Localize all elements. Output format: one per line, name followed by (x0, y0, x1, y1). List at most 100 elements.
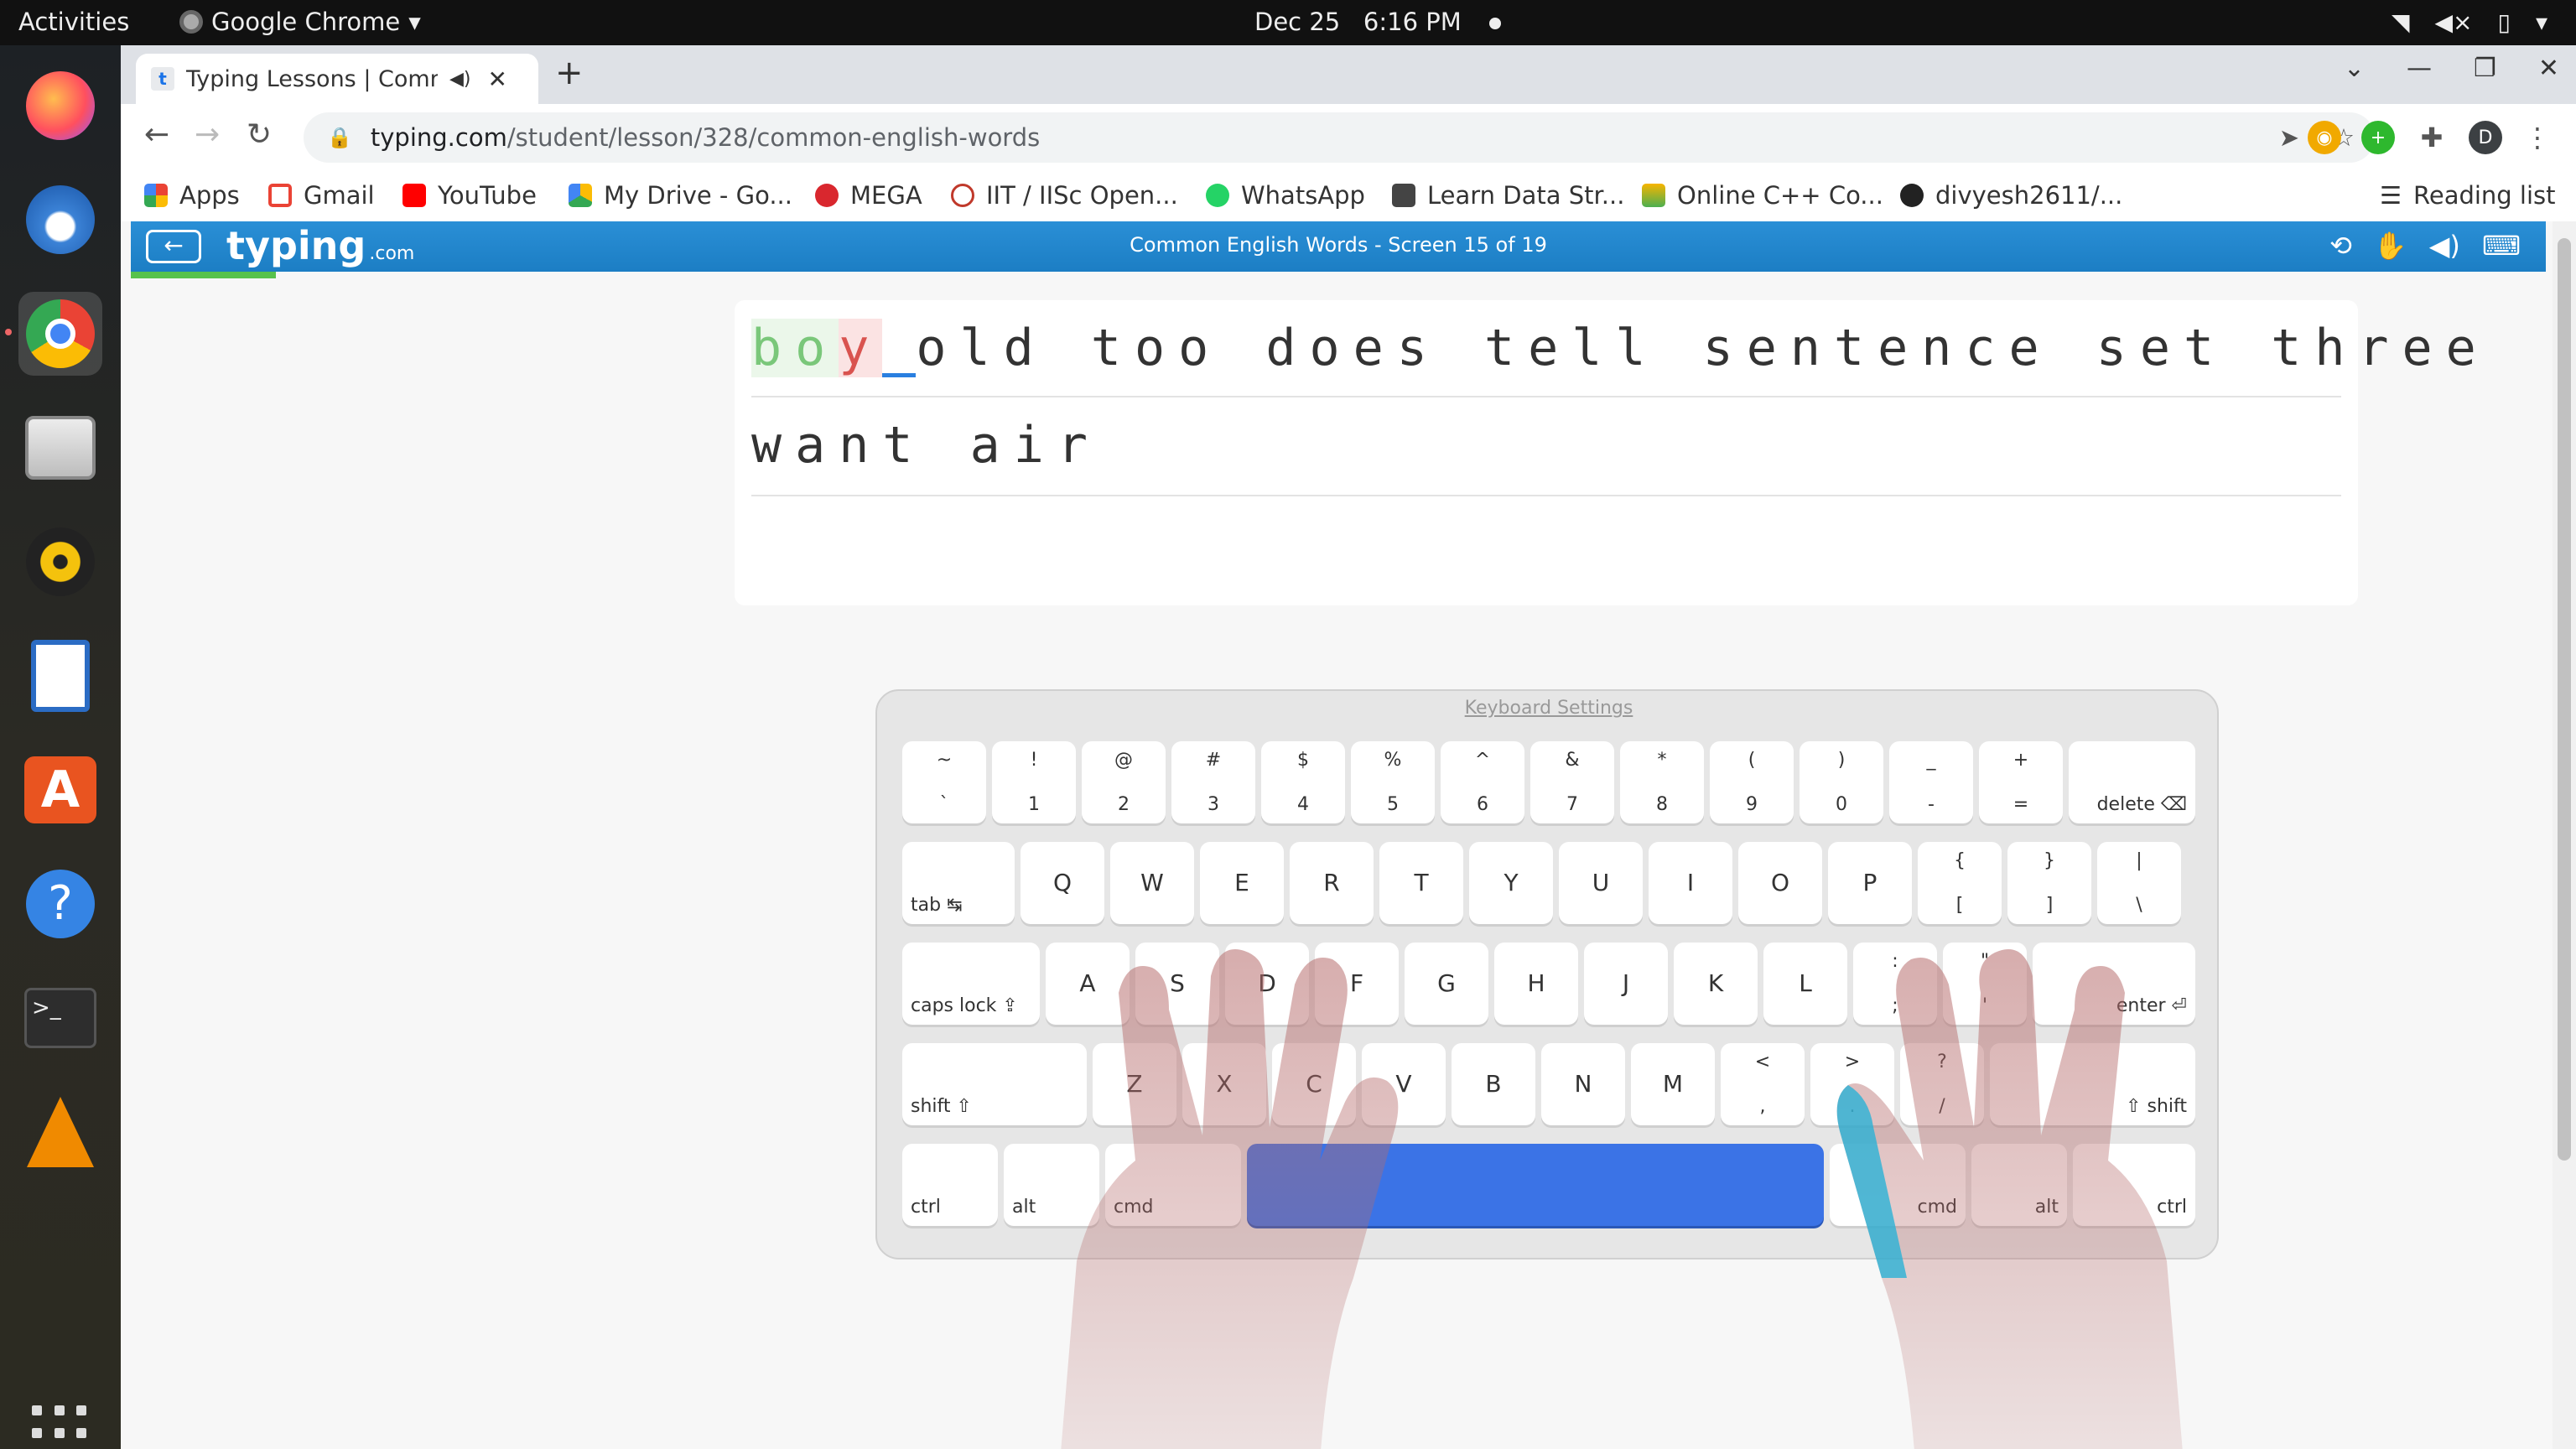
send-tab-icon[interactable]: ➤ (2279, 123, 2299, 152)
key-alt-left[interactable]: alt (1004, 1144, 1099, 1226)
bookmark-youtube[interactable]: YouTube (402, 181, 537, 210)
key-0[interactable]: ) 0 (1800, 741, 1883, 823)
key-f[interactable]: F (1315, 943, 1399, 1025)
key-3[interactable]: #3 (1171, 741, 1255, 823)
key-x[interactable]: X (1182, 1043, 1266, 1125)
keyboard-icon[interactable]: ⌨ (2482, 230, 2521, 262)
key-cmd-left[interactable]: cmd (1105, 1144, 1241, 1226)
key-l[interactable]: L (1763, 943, 1847, 1025)
key-=[interactable]: + = (1979, 741, 2063, 823)
scrollbar-thumb[interactable] (2558, 238, 2571, 1161)
key-symbol[interactable]: | \ (2097, 842, 2181, 924)
key-n[interactable]: N (1541, 1043, 1625, 1125)
key-tab[interactable]: tab ↹ (902, 842, 1015, 924)
hide-hands-icon[interactable]: ✋ (2374, 230, 2407, 262)
key-o[interactable]: O (1738, 842, 1822, 924)
minimize-button[interactable]: — (2407, 54, 2432, 83)
extension-coin-icon[interactable]: ◉ (2308, 121, 2341, 154)
thunderbird-launcher[interactable] (18, 178, 102, 262)
key-symbol[interactable]: >. (1810, 1043, 1894, 1125)
profile-avatar[interactable]: D (2469, 121, 2502, 154)
back-button[interactable]: ← (144, 117, 169, 152)
key-symbol[interactable]: " ' (1943, 943, 2027, 1025)
key-ctrl-right[interactable]: ctrl (2073, 1144, 2195, 1226)
history-icon[interactable]: ⟲ (2329, 230, 2352, 262)
rhythmbox-launcher[interactable] (18, 520, 102, 604)
key-d[interactable]: D (1225, 943, 1309, 1025)
key-`[interactable]: ~ ` (902, 741, 986, 823)
key-1[interactable]: ! 1 (992, 741, 1076, 823)
typing-text-panel[interactable]: boy old too does tell sentence set three … (735, 300, 2476, 605)
system-tray[interactable]: ◥ ◀× ▯ ▾ (2392, 8, 2547, 36)
firefox-launcher[interactable] (18, 64, 102, 148)
key-w[interactable]: W (1110, 842, 1194, 924)
vlc-launcher[interactable] (18, 1090, 102, 1174)
key-h[interactable]: H (1494, 943, 1578, 1025)
key-7[interactable]: & 7 (1530, 741, 1614, 823)
key-delete[interactable]: delete ⌫ (2069, 741, 2195, 823)
key-alt-right[interactable]: alt (1971, 1144, 2067, 1226)
key-a[interactable]: A (1046, 943, 1130, 1025)
key-k[interactable]: K (1674, 943, 1758, 1025)
key-y[interactable]: Y (1469, 842, 1553, 924)
key-space[interactable] (1247, 1144, 1824, 1226)
key-6[interactable]: ^ 6 (1441, 741, 1524, 823)
help-launcher[interactable]: ? (18, 862, 102, 946)
tab-search-icon[interactable]: ⌄ (2344, 54, 2365, 83)
key-ctrl-left[interactable]: ctrl (902, 1144, 998, 1226)
extension-plus-icon[interactable]: + (2361, 121, 2395, 154)
key-q[interactable]: Q (1021, 842, 1104, 924)
key-b[interactable]: B (1452, 1043, 1535, 1125)
key-5[interactable]: % 5 (1351, 741, 1435, 823)
sound-icon[interactable]: ◀) (2429, 230, 2460, 262)
audio-playing-icon[interactable]: ◀) (449, 69, 471, 90)
address-bar[interactable]: 🔒 typing.com/student/lesson/328/common-e… (304, 112, 2375, 163)
page-scrollbar[interactable] (2553, 221, 2576, 1449)
key-cmd-right[interactable]: cmd (1830, 1144, 1966, 1226)
bookmark-apps[interactable]: Apps (144, 181, 240, 210)
key-c[interactable]: C (1272, 1043, 1356, 1125)
reload-button[interactable]: ↻ (247, 117, 272, 152)
lock-icon[interactable]: 🔒 (327, 126, 352, 149)
restore-button[interactable]: ❐ (2474, 54, 2496, 83)
key-symbol[interactable]: :; (1853, 943, 1937, 1025)
key-8[interactable]: * 8 (1620, 741, 1704, 823)
key-j[interactable]: J (1584, 943, 1668, 1025)
clock[interactable]: Dec 25 6:16 PM (1254, 8, 1501, 36)
bookmark-mega[interactable]: MEGA (815, 181, 922, 210)
key-e[interactable]: E (1200, 842, 1284, 924)
bookmark-my-drive[interactable]: My Drive - Go... (569, 181, 792, 210)
close-window-button[interactable]: ✕ (2538, 54, 2559, 83)
key-enter[interactable]: enter ⏎ (2033, 943, 2195, 1025)
key-caps-lock[interactable]: caps lock ⇪ (902, 943, 1040, 1025)
forward-button[interactable]: → (195, 117, 220, 152)
keyboard-settings-link[interactable]: Keyboard Settings (877, 698, 2220, 719)
bookmark-iit-iisc[interactable]: IIT / IISc Open... (951, 181, 1178, 210)
key-s[interactable]: S (1135, 943, 1219, 1025)
key-p[interactable]: P (1828, 842, 1912, 924)
key-symbol[interactable]: <, (1721, 1043, 1805, 1125)
extensions-puzzle-icon[interactable]: ✚ (2415, 121, 2449, 154)
key-shift-left[interactable]: shift ⇧ (902, 1043, 1087, 1125)
key-u[interactable]: U (1559, 842, 1643, 924)
key-z[interactable]: Z (1093, 1043, 1176, 1125)
key-9[interactable]: (9 (1710, 741, 1794, 823)
key-symbol[interactable]: {[ (1918, 842, 2002, 924)
show-applications-icon[interactable] (32, 1405, 89, 1449)
key-m[interactable]: M (1631, 1043, 1715, 1125)
bookmark-whatsapp[interactable]: WhatsApp (1206, 181, 1365, 210)
bookmark-online-cpp[interactable]: Online C++ Co... (1642, 181, 1883, 210)
files-launcher[interactable] (18, 406, 102, 490)
key-symbol[interactable]: }] (2007, 842, 2091, 924)
software-launcher[interactable]: A (18, 748, 102, 832)
reading-list-button[interactable]: ☰ Reading list (2380, 181, 2556, 210)
key--[interactable]: _ - (1889, 741, 1973, 823)
new-tab-button[interactable]: + (555, 54, 584, 92)
terminal-launcher[interactable]: >_ (18, 976, 102, 1060)
bookmark-gmail[interactable]: Gmail (268, 181, 375, 210)
chrome-launcher[interactable] (18, 292, 102, 376)
key-v[interactable]: V (1362, 1043, 1446, 1125)
key-i[interactable]: I (1649, 842, 1732, 924)
bookmark-learn-data-structures[interactable]: Learn Data Str... (1392, 181, 1624, 210)
writer-launcher[interactable] (18, 634, 102, 718)
